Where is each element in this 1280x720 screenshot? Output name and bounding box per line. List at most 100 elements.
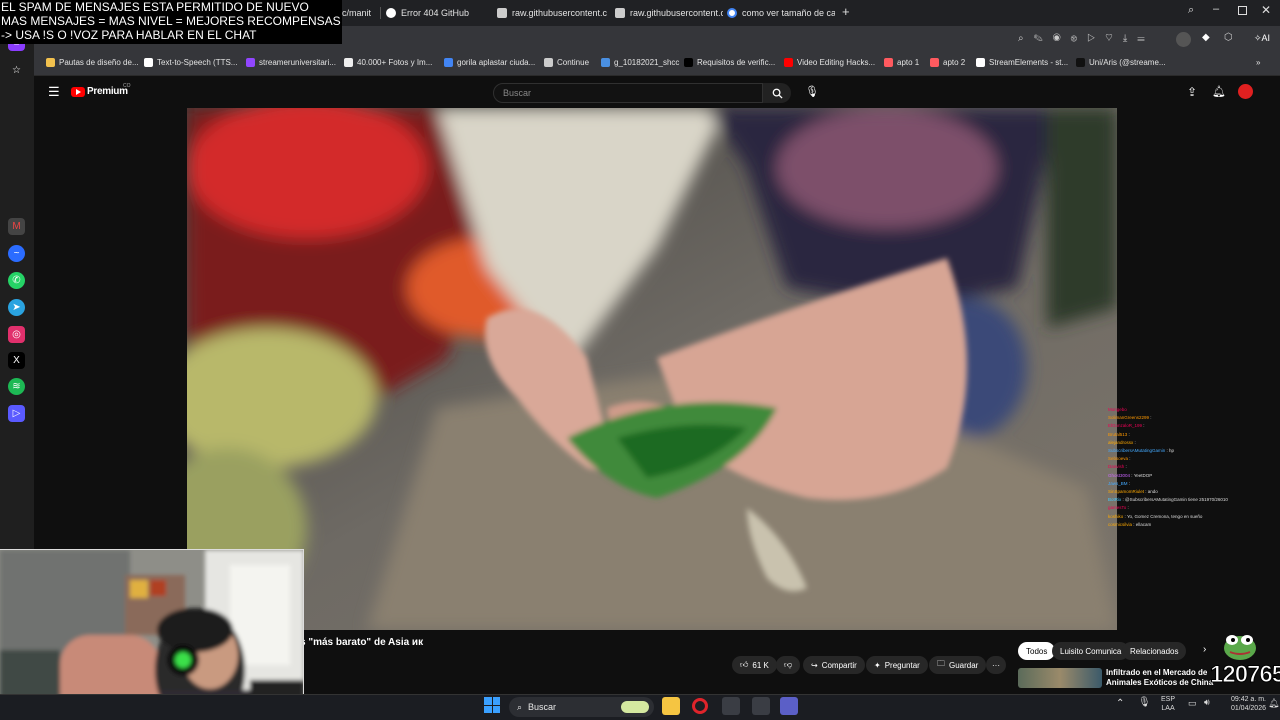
bookmark-item[interactable]: Uni/Aris (@streame... xyxy=(1076,58,1166,67)
new-tab-button[interactable]: + xyxy=(842,4,850,19)
microphone-icon[interactable]: 🎙︎ xyxy=(805,85,819,98)
cube-icon[interactable]: ⬡ xyxy=(1224,32,1233,43)
opera-icon[interactable] xyxy=(692,698,708,714)
bookmark-item[interactable]: apto 2 xyxy=(930,58,965,67)
dislike-button[interactable]: 👎︎ xyxy=(776,656,801,674)
upload-icon[interactable]: ⇪ xyxy=(1187,85,1197,99)
video-player[interactable] xyxy=(187,108,1117,630)
bookmarks-bar: Pautas de diseño de... Text-to-Speech (TT… xyxy=(34,54,1280,76)
bookmark-item[interactable]: gorila aplastar ciuda... xyxy=(444,58,535,67)
save-button[interactable]: 🗀 Guardar xyxy=(929,656,987,674)
microphone-tray-icon[interactable]: 🎙︎ xyxy=(1138,697,1151,708)
tab-label: como ver tamaño de carp xyxy=(742,8,835,18)
recommended-title-line-1: Infiltrado en el Mercado de xyxy=(1106,668,1208,677)
close-button[interactable]: ✕ xyxy=(1261,3,1271,17)
bookmark-item[interactable]: Text-to-Speech (TTS... xyxy=(144,58,237,67)
bookmark-item[interactable]: Video Editing Hacks... xyxy=(784,58,875,67)
more-options-button[interactable]: ··· xyxy=(986,656,1006,674)
calculator-icon[interactable] xyxy=(722,697,740,715)
bookmark-label: streameruniversitari... xyxy=(259,58,336,67)
tab-raw-1[interactable]: raw.githubusercontent.co xyxy=(497,3,607,23)
spotify-icon[interactable]: ≋ xyxy=(8,378,25,395)
ai-label: AI xyxy=(1261,33,1271,43)
bookmarks-overflow-icon[interactable]: » xyxy=(1256,58,1260,67)
bookmark-favicon-icon xyxy=(444,58,453,67)
language-indicator[interactable]: ESP LAA xyxy=(1161,695,1175,713)
player-icon[interactable]: ▷ xyxy=(8,405,25,422)
chat-username: ElGonzaloR_199 xyxy=(1108,423,1143,429)
chip-related[interactable]: Relacionados xyxy=(1122,642,1187,660)
notifications-bell-icon[interactable]: 🔔︎ xyxy=(1212,85,1226,98)
minimize-button[interactable]: – xyxy=(1213,3,1219,15)
bookmark-favicon-icon xyxy=(884,58,893,67)
instagram-icon[interactable]: ◎ xyxy=(8,326,25,343)
whatsapp-icon[interactable]: ✆ xyxy=(8,272,25,289)
chevron-up-icon[interactable]: ⌃ xyxy=(1116,698,1124,709)
search-input[interactable]: Buscar xyxy=(493,83,763,103)
telegram-icon[interactable]: ➤ xyxy=(8,299,25,316)
messenger-icon[interactable]: ~ xyxy=(8,245,25,262)
chat-username: SolimanGreens2299 xyxy=(1108,415,1150,421)
profile-icon[interactable] xyxy=(1176,32,1191,47)
bookmark-item[interactable]: Requisitos de verific... xyxy=(684,58,775,67)
ai-button[interactable]: ✧AI xyxy=(1254,33,1270,44)
bookmark-label: gorila aplastar ciuda... xyxy=(457,58,536,67)
chat-text: : xyxy=(1128,431,1130,437)
tab-manit[interactable]: c/manit xyxy=(342,3,380,23)
clock-time: 09:42 a. m. xyxy=(1230,696,1266,703)
maximize-button[interactable] xyxy=(1238,6,1247,15)
share-button[interactable]: ↪ Compartir xyxy=(803,656,865,674)
recommended-thumbnail[interactable] xyxy=(1018,668,1102,688)
start-button[interactable] xyxy=(484,697,500,713)
google-icon xyxy=(727,8,737,18)
bookmark-label: Requisitos de verific... xyxy=(697,58,776,67)
chip-luisito[interactable]: Luisito Comunica xyxy=(1052,642,1130,660)
tab-label: c/manit xyxy=(342,8,372,18)
volume-icon[interactable]: 🔊︎ xyxy=(1204,697,1210,708)
network-icon[interactable]: ▭ xyxy=(1188,698,1197,709)
bookmark-item[interactable]: g_10182021_shcc xyxy=(601,58,679,67)
x-icon[interactable]: X xyxy=(8,352,25,369)
bookmark-item[interactable]: streameruniversitari... xyxy=(246,58,336,67)
recommended-title[interactable]: Infiltrado en el Mercado de Animales Exó… xyxy=(1106,668,1213,688)
chat-message: cosmicsilvia : ellacam xyxy=(1108,521,1228,529)
tab-google-search[interactable]: como ver tamaño de carp xyxy=(727,3,835,23)
taskbar-search-label: Buscar xyxy=(528,702,557,712)
recommended-title-line-2: Animales Exóticos de China xyxy=(1106,678,1214,687)
teams-icon[interactable] xyxy=(780,697,798,715)
search-button[interactable] xyxy=(763,83,791,103)
extension-icons[interactable]: ⌕✎◉⊛▷♡⤓☰ xyxy=(1018,33,1155,44)
taskbar-search-input[interactable]: ⌕ Buscar xyxy=(509,697,654,717)
like-button[interactable]: 👍︎ 61 K xyxy=(732,656,777,674)
tab-error-404[interactable]: Error 404 GitHub xyxy=(386,3,486,23)
avatar[interactable] xyxy=(1238,84,1253,99)
video-title: s "más barato" de Asia ик xyxy=(300,637,424,648)
menu-icon[interactable]: ☰ xyxy=(48,84,60,100)
bookmark-item[interactable]: apto 1 xyxy=(884,58,919,67)
bookmark-item[interactable]: 40.000+ Fotos y Im... xyxy=(344,58,432,67)
notification-center-icon[interactable]: 🔔︎ xyxy=(1268,698,1279,709)
bookmark-item[interactable]: Continue xyxy=(544,58,589,67)
chevron-right-icon[interactable]: › xyxy=(1203,644,1206,655)
tab-divider xyxy=(380,7,381,19)
bookmark-item[interactable]: StreamElements - st... xyxy=(976,58,1068,67)
tab-raw-2[interactable]: raw.githubusercontent.co xyxy=(615,3,723,23)
app-window-icon[interactable] xyxy=(752,697,770,715)
chat-text: : @SubscribersAMutatingGamin tiene 25197… xyxy=(1122,497,1228,503)
ask-button[interactable]: ✦ Preguntar xyxy=(866,656,928,674)
star-icon[interactable]: ☆ xyxy=(8,62,25,79)
search-tabs-icon[interactable]: ⌕ xyxy=(1188,4,1194,17)
gmail-icon[interactable]: M xyxy=(8,218,25,235)
counter-value: 120765 xyxy=(1209,661,1280,689)
chat-username: SinSpamomRiulet xyxy=(1108,489,1145,495)
bookmark-label: apto 2 xyxy=(943,58,966,67)
chat-text: : xyxy=(1143,423,1145,429)
chip-all[interactable]: Todos xyxy=(1018,642,1056,660)
chat-username: Mongebo xyxy=(1108,407,1127,412)
bookmark-label: StreamElements - st... xyxy=(989,58,1069,67)
youtube-premium-label: Premium xyxy=(87,86,128,97)
clock[interactable]: 09:42 a. m. 01/04/2026 xyxy=(1222,695,1266,713)
bookmark-item[interactable]: Pautas de diseño de... xyxy=(46,58,139,67)
file-explorer-icon[interactable] xyxy=(662,697,680,715)
diamond-icon[interactable]: ◆ xyxy=(1202,32,1210,43)
